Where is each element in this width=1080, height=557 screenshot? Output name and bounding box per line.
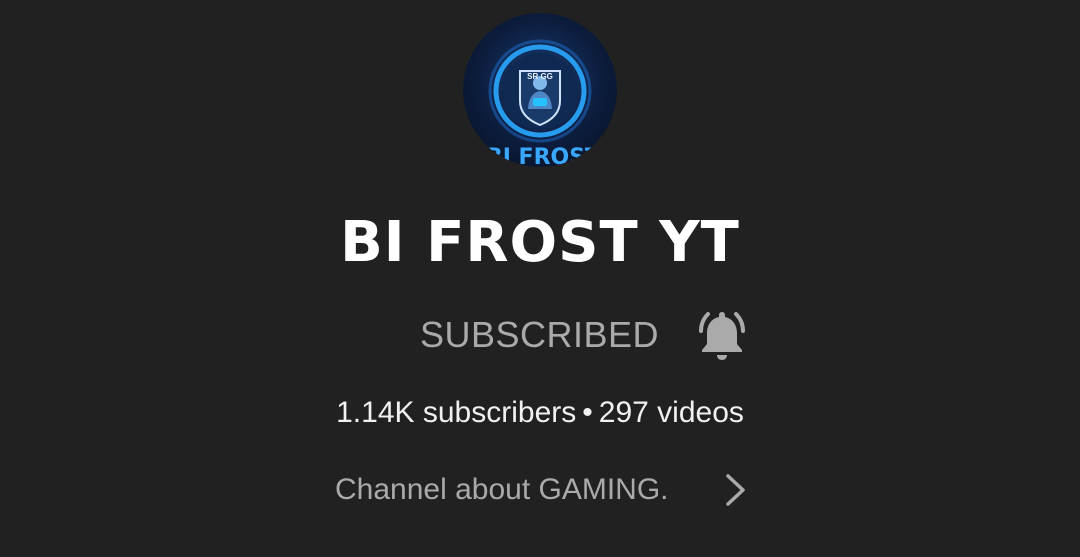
channel-description: Channel about GAMING. [335, 473, 669, 506]
video-count: 297 videos [598, 396, 744, 429]
subscribed-button[interactable]: SUBSCRIBED [420, 312, 659, 358]
stats-separator: • [582, 396, 593, 429]
notification-bell-button[interactable] [692, 304, 752, 366]
channel-about-link[interactable]: Channel about GAMING. [320, 468, 760, 512]
chevron-right-icon [726, 474, 745, 506]
channel-stats: 1.14K subscribers • 297 videos [0, 393, 1080, 433]
channel-title: BI FROST YT [340, 210, 740, 275]
subscriber-count: 1.14K subscribers [336, 396, 577, 429]
channel-avatar[interactable]: SR GG BI FROST [463, 13, 617, 167]
channel-header: SR GG BI FROST BI FROST YT SUBSCRIBED 1.… [0, 0, 1080, 557]
avatar-logo-icon: SR GG BI FROST [486, 39, 600, 167]
avatar-badge-text: SR GG [527, 72, 553, 81]
avatar-text: BI FROST [486, 145, 600, 167]
bell-icon [699, 312, 745, 360]
subscribe-row: SUBSCRIBED [400, 300, 780, 370]
